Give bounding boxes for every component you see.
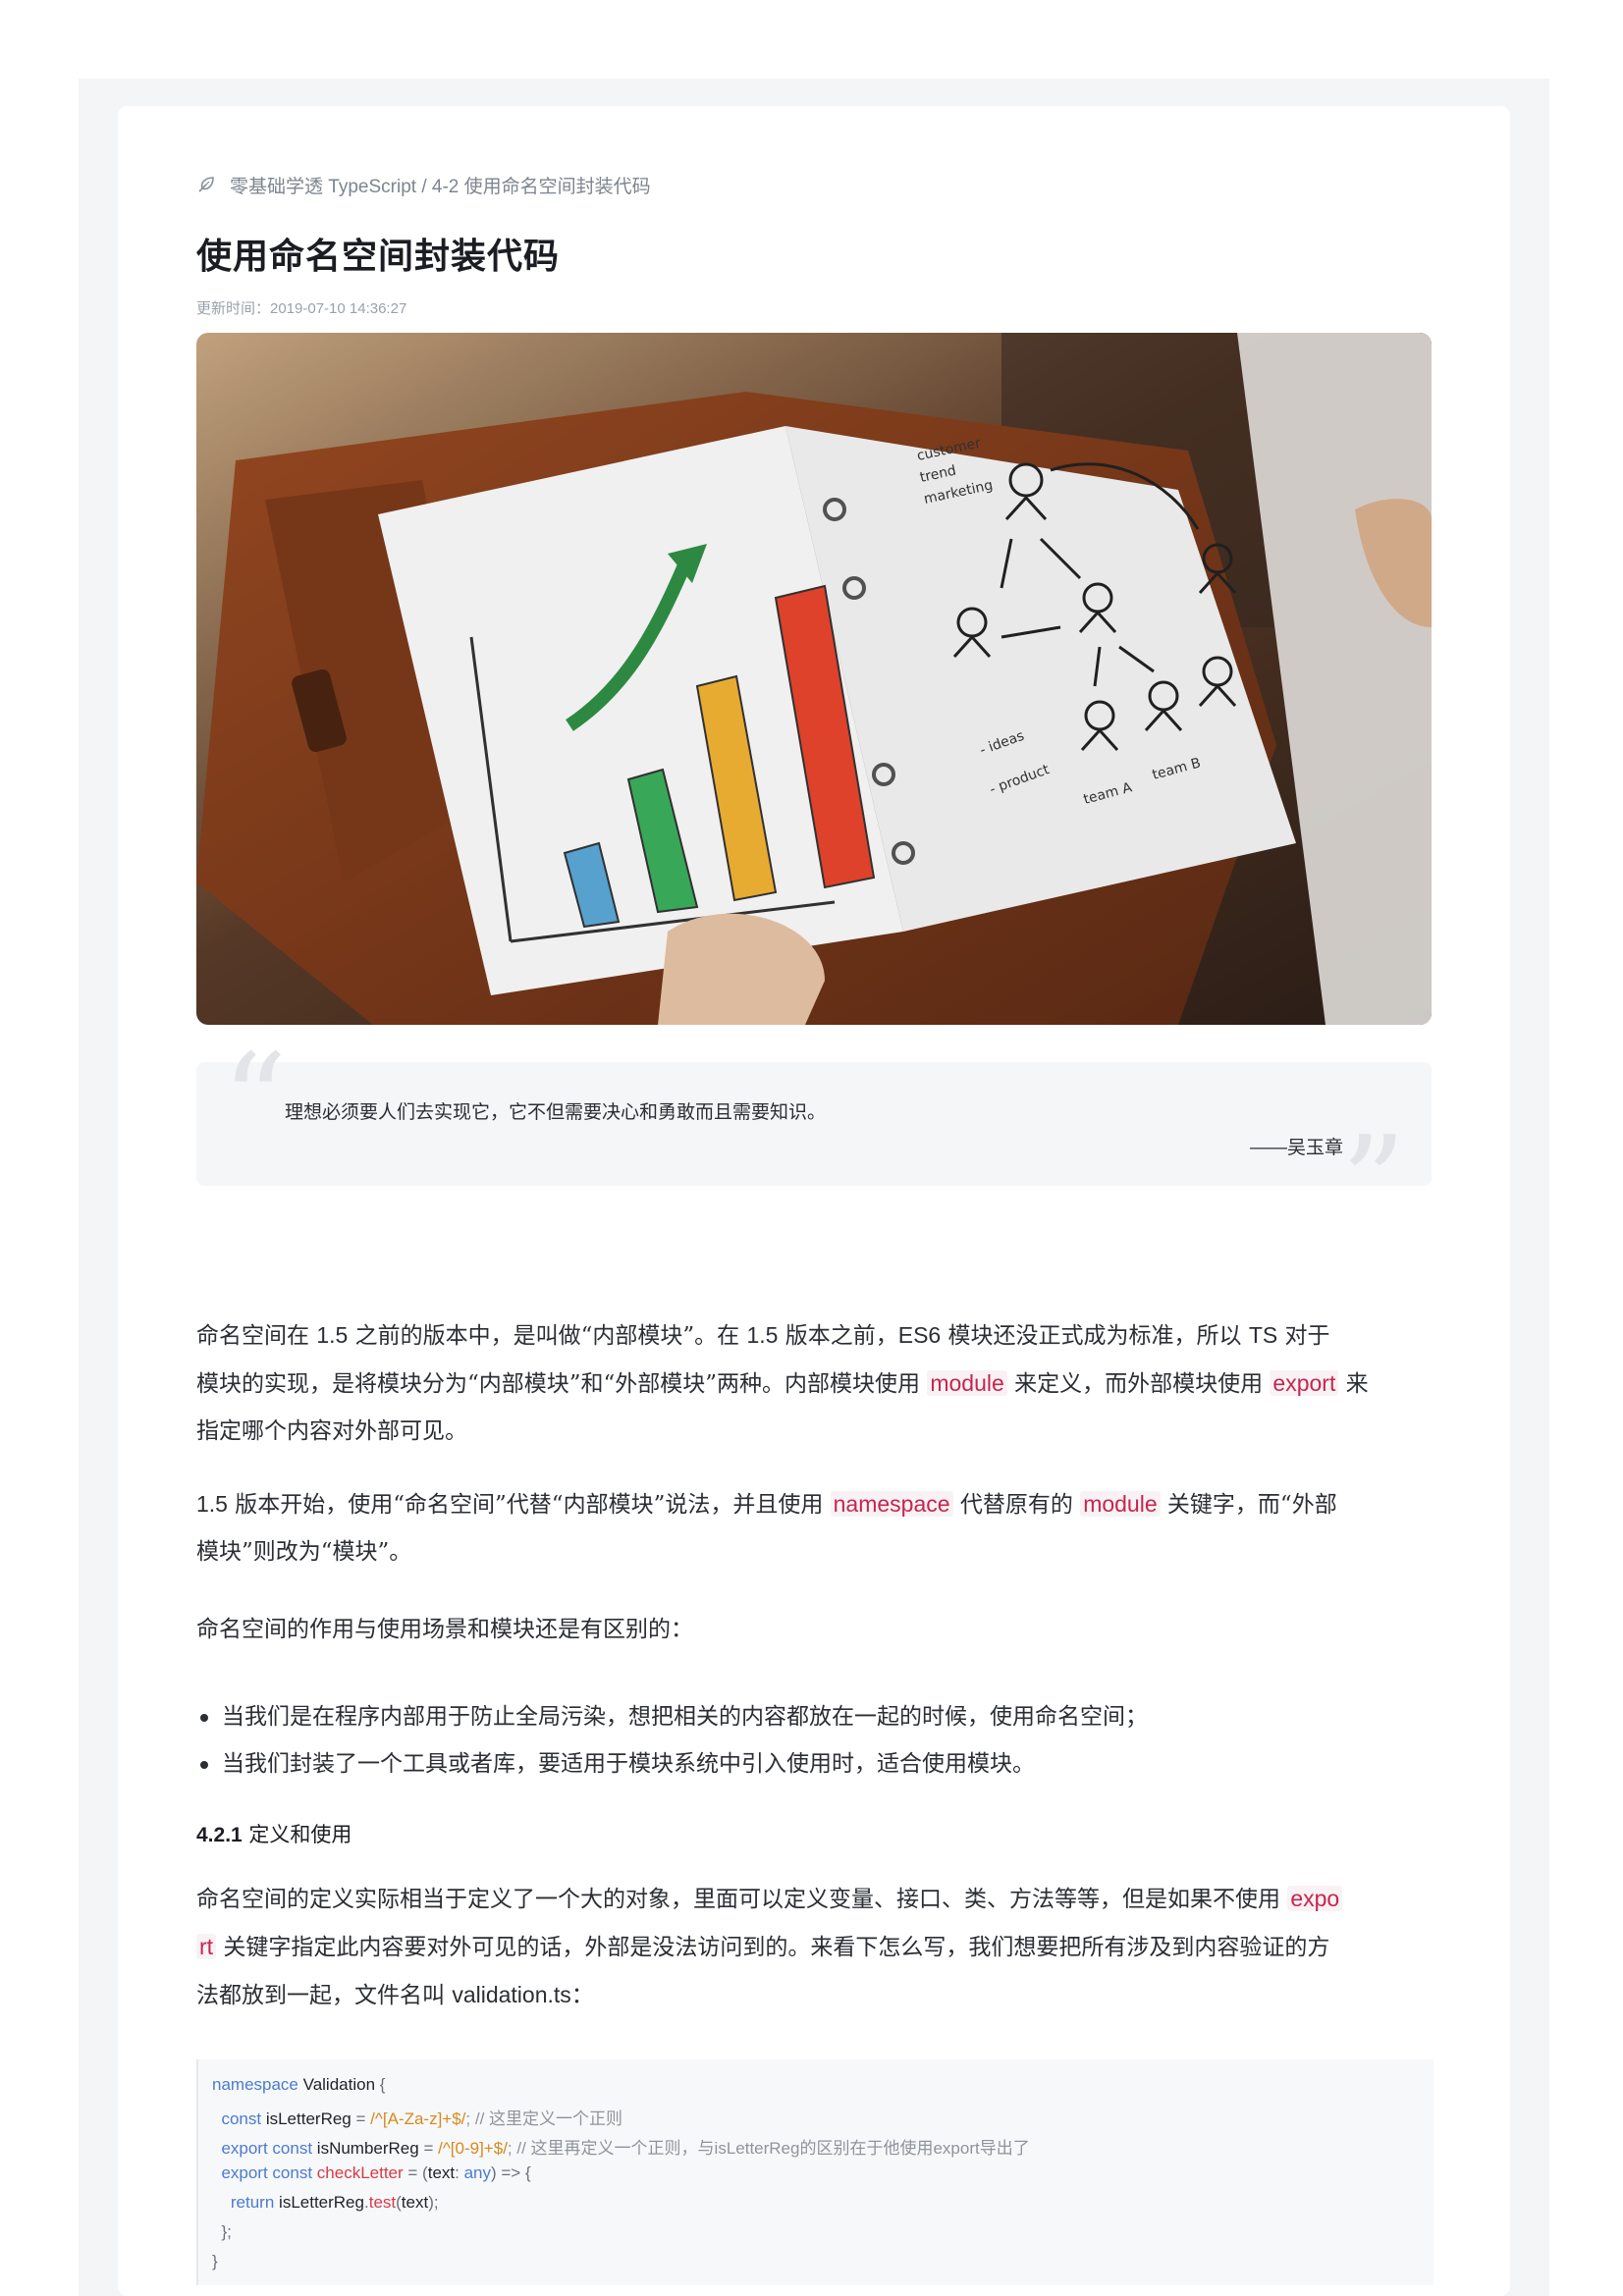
code-block: namespace Validation { const isLetterReg… xyxy=(196,2059,1434,2285)
code-line: export const isNumberReg = /^[0-9]+$/; /… xyxy=(212,2139,1030,2158)
breadcrumb[interactable]: 零基础学透 TypeScript / 4-2 使用命名空间封装代码 xyxy=(196,171,651,198)
inline-code-module: module xyxy=(1080,1491,1161,1517)
code-line: export const checkLetter = (text: any) =… xyxy=(212,2163,531,2182)
section-heading: 4.2.1 定义和使用 xyxy=(196,1823,352,1846)
code-line: }; xyxy=(212,2222,232,2241)
notebook-photo: customer trend marketing - ideas - produ… xyxy=(196,333,1432,1025)
page-title: 使用命名空间封装代码 xyxy=(196,236,561,276)
list-item: 当我们封装了一个工具或者库，要适用于模块系统中引入使用时，适合使用模块。 xyxy=(196,1740,1148,1788)
inline-code-module: module xyxy=(927,1370,1007,1396)
inline-code-export: expo xyxy=(1287,1886,1343,1911)
code-line: const isLetterReg = /^[A-Za-z]+$/; // 这里… xyxy=(212,2109,623,2128)
update-time: 更新时间：2019-07-10 14:36:27 xyxy=(196,300,407,317)
bullet-list: 当我们是在程序内部用于防止全局污染，想把相关的内容都放在一起的时候，使用命名空间… xyxy=(196,1693,1148,1788)
breadcrumb-text[interactable]: 零基础学透 TypeScript / 4-2 使用命名空间封装代码 xyxy=(230,172,651,198)
quote-close-icon: ” xyxy=(1340,1108,1406,1257)
paragraph-4: 命名空间的定义实际相当于定义了一个大的对象，里面可以定义变量、接口、类、方法等等… xyxy=(196,1875,1432,2019)
inline-code-namespace: namespace xyxy=(830,1491,953,1517)
leaf-icon xyxy=(198,177,214,192)
paragraph-2: 1.5 版本开始，使用“命名空间”代替“内部模块”说法，并且使用 namespa… xyxy=(196,1491,1337,1565)
article-card: 零基础学透 TypeScript / 4-2 使用命名空间封装代码 使用命名空间… xyxy=(118,106,1510,2296)
quote-open-icon: “ xyxy=(222,1026,288,1175)
paragraph-3: 命名空间的作用与使用场景和模块还是有区别的： xyxy=(196,1617,693,1642)
hero-image: customer trend marketing - ideas - produ… xyxy=(196,333,1432,1025)
quote-author: ——吴玉章 xyxy=(1249,1138,1343,1158)
quote-text: 理想必须要人们去实现它，它不但需要决心和勇敢而且需要知识。 xyxy=(285,1102,827,1123)
code-line: namespace Validation { xyxy=(212,2075,386,2094)
inline-code-export: export xyxy=(1270,1370,1339,1396)
code-line: return isLetterReg.test(text); xyxy=(212,2193,439,2212)
inline-code-export: rt xyxy=(196,1934,217,1959)
code-line: } xyxy=(212,2252,218,2270)
quote-block: “ ” 理想必须要人们去实现它，它不但需要决心和勇敢而且需要知识。 ——吴玉章 xyxy=(196,1037,1432,1247)
list-item: 当我们是在程序内部用于防止全局污染，想把相关的内容都放在一起的时候，使用命名空间… xyxy=(196,1693,1148,1740)
paragraph-1: 命名空间在 1.5 之前的版本中，是叫做“内部模块”。在 1.5 版本之前，ES… xyxy=(196,1322,1369,1444)
